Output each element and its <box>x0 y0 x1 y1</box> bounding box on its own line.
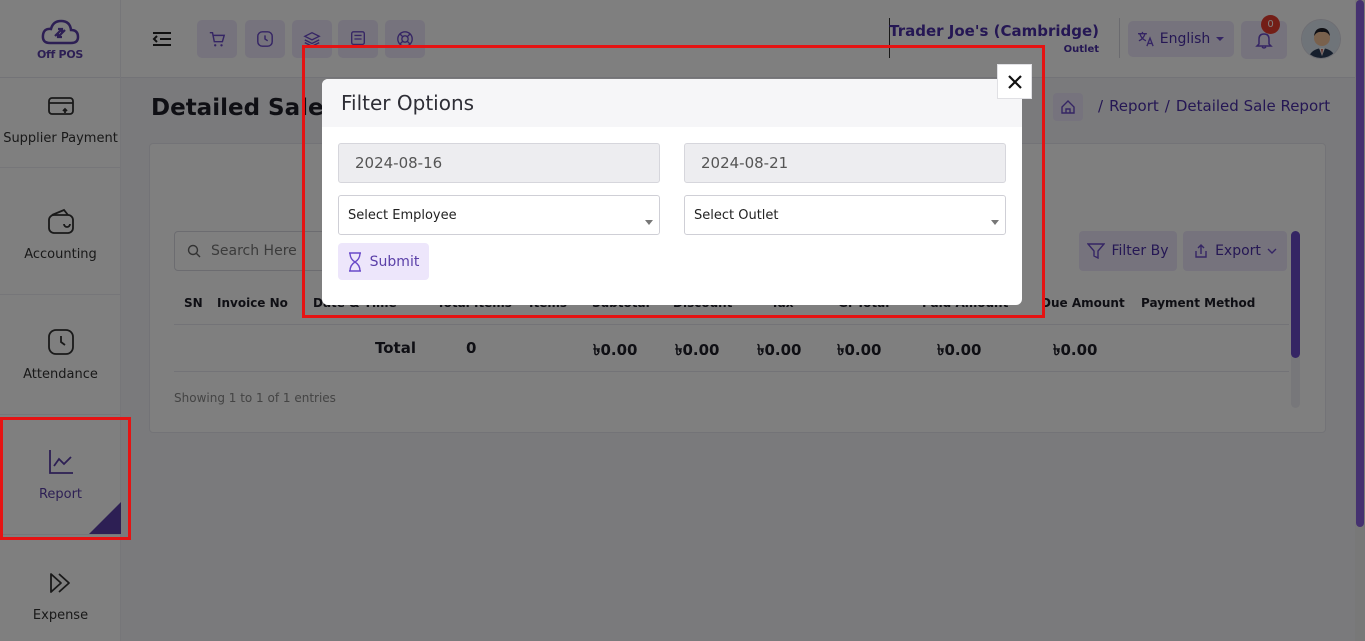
highlight-box <box>0 417 131 540</box>
highlight-box <box>302 45 1045 318</box>
